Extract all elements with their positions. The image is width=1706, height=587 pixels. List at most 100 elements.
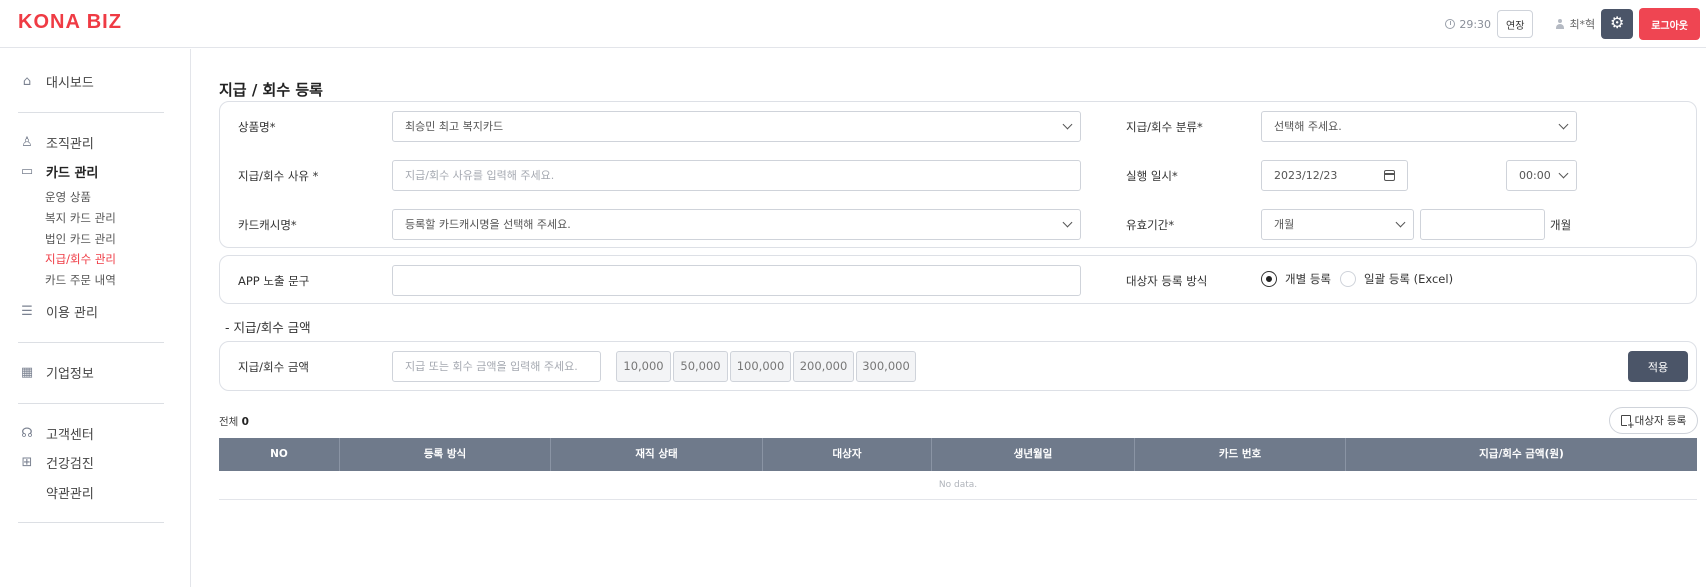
amount-section-label: - 지급/회수 금액 — [225, 320, 311, 335]
sidebar-item-health[interactable]: ⊞ 건강검진 — [18, 453, 94, 473]
validity-unit-text: 개월 — [1550, 218, 1572, 232]
header-right: 29:30 연장 최*혁 ⚙ 로그아웃 — [1445, 0, 1706, 48]
product-label: 상품명* — [238, 120, 276, 134]
validity-unit-select[interactable]: 개월 — [1261, 209, 1414, 240]
home-icon: ⌂ — [22, 73, 32, 89]
reason-input[interactable]: 지급/회수 사유를 입력해 주세요. — [392, 160, 1081, 191]
sidebar-item-support[interactable]: ☊ 고객센터 — [18, 424, 94, 444]
amount-input[interactable]: 지급 또는 회수 금액을 입력해 주세요. — [392, 351, 601, 382]
sidebar-item-dashboard[interactable]: ⌂ 대시보드 — [18, 72, 94, 92]
sidebar-item-label: 이용 관리 — [46, 306, 98, 321]
column-header-no[interactable]: NO — [219, 438, 340, 471]
card-icon: ▭ — [20, 163, 34, 179]
blank-icon — [18, 484, 36, 502]
product-select-value: 최승민 최고 복지카드 — [405, 120, 504, 133]
top-header: KONA BIZ 29:30 연장 최*혁 ⚙ 로그아웃 — [0, 0, 1706, 48]
preset-200000-button[interactable]: 200,000 — [793, 351, 854, 382]
register-target-label: 대상자 등록 — [1634, 415, 1687, 427]
exec-time-value: 00:00 — [1519, 169, 1551, 182]
column-header-card-number[interactable]: 카드 번호 — [1135, 438, 1346, 471]
chevron-down-icon — [1062, 217, 1073, 228]
column-header-reg-method[interactable]: 등록 방식 — [340, 438, 551, 471]
sidebar-sub-corporate-card[interactable]: 법인 카드 관리 — [45, 231, 116, 247]
preset-50000-button[interactable]: 50,000 — [673, 351, 728, 382]
sidebar-item-label: 고객센터 — [46, 428, 94, 443]
sidebar-item-org[interactable]: ♙ 조직관리 — [18, 133, 94, 153]
extend-session-button[interactable]: 연장 — [1497, 10, 1534, 38]
sidebar-sub-products[interactable]: 운영 상품 — [45, 189, 91, 205]
add-document-icon — [1620, 415, 1635, 431]
chevron-down-icon — [1062, 119, 1073, 130]
app-text-input[interactable] — [392, 265, 1081, 296]
sidebar-item-company[interactable]: ▦ 기업정보 — [18, 363, 94, 383]
radio-bulk-label: 일괄 등록 (Excel) — [1364, 272, 1454, 286]
target-table: NO 등록 방식 재직 상태 대상자 생년월일 카드 번호 지급/회수 금액(원… — [219, 438, 1697, 500]
validity-label: 유효기간* — [1126, 218, 1175, 232]
user-icon — [1555, 19, 1565, 29]
sidebar-sub-payment-recovery[interactable]: 지급/회수 관리 — [45, 251, 116, 267]
category-select-value: 선택해 주세요. — [1274, 120, 1342, 133]
apply-button[interactable]: 적용 — [1628, 351, 1688, 382]
sidebar-sub-welfare-card[interactable]: 복지 카드 관리 — [45, 210, 116, 226]
table-header: NO 등록 방식 재직 상태 대상자 생년월일 카드 번호 지급/회수 금액(원… — [219, 438, 1697, 471]
sidebar-item-label: 약관관리 — [46, 487, 94, 502]
user-info: 최*혁 — [1555, 16, 1595, 32]
sidebar-divider — [18, 403, 164, 404]
total-count-value: 0 — [241, 416, 249, 428]
timer-value: 29:30 — [1459, 17, 1492, 31]
registration-form-card: 상품명* 최승민 최고 복지카드 지급/회수 분류* 선택해 주세요. 지급/회… — [219, 101, 1697, 248]
gear-icon: ⚙ — [1610, 15, 1625, 32]
total-label: 전체 — [219, 416, 239, 428]
sidebar-item-label: 대시보드 — [46, 76, 94, 91]
sidebar-item-label: 조직관리 — [46, 137, 94, 152]
cash-name-label: 카드캐시명* — [238, 218, 297, 232]
kona-biz-logo[interactable]: KONA BIZ — [18, 11, 122, 34]
list-icon: ☰ — [21, 303, 33, 319]
reason-label: 지급/회수 사유 * — [238, 169, 319, 183]
sidebar-item-label: 건강검진 — [46, 457, 94, 472]
radio-checked-icon — [1261, 271, 1277, 287]
headset-icon: ☊ — [21, 425, 33, 441]
sidebar-item-terms[interactable]: 약관관리 — [18, 483, 94, 502]
cash-name-select-value: 등록할 카드캐시명을 선택해 주세요. — [405, 218, 571, 231]
column-header-amount[interactable]: 지급/회수 금액(원) — [1346, 438, 1697, 471]
radio-individual-label: 개별 등록 — [1285, 272, 1331, 286]
category-select[interactable]: 선택해 주세요. — [1261, 111, 1577, 142]
total-count: 전체 0 — [219, 414, 249, 429]
chevron-down-icon — [1558, 168, 1569, 179]
validity-amount-input[interactable] — [1420, 209, 1545, 240]
radio-bulk-excel[interactable]: 일괄 등록 (Excel) — [1340, 271, 1453, 287]
preset-300000-button[interactable]: 300,000 — [856, 351, 916, 382]
exec-date-value: 2023/12/23 — [1274, 169, 1338, 182]
category-label: 지급/회수 분류* — [1126, 120, 1203, 134]
preset-10000-button[interactable]: 10,000 — [616, 351, 671, 382]
sidebar-divider — [18, 342, 164, 343]
user-name: 최*혁 — [1569, 18, 1596, 31]
column-header-employment-status[interactable]: 재직 상태 — [551, 438, 763, 471]
app-text-label: APP 노출 문구 — [238, 274, 310, 288]
calendar-icon[interactable] — [1384, 170, 1395, 181]
building-icon: ▦ — [20, 364, 34, 380]
settings-button[interactable]: ⚙ — [1601, 9, 1634, 39]
exec-date-input[interactable]: 2023/12/23 — [1261, 160, 1408, 191]
register-target-button[interactable]: 대상자 등록 — [1609, 407, 1698, 434]
radio-individual[interactable]: 개별 등록 — [1261, 271, 1331, 287]
clock-icon — [1445, 19, 1456, 29]
column-header-birthdate[interactable]: 생년월일 — [932, 438, 1135, 471]
logout-button[interactable]: 로그아웃 — [1639, 8, 1700, 40]
chevron-down-icon — [1558, 119, 1569, 130]
exec-time-select[interactable]: 00:00 — [1506, 160, 1577, 191]
page-title: 지급 / 회수 등록 — [219, 81, 323, 99]
product-select[interactable]: 최승민 최고 복지카드 — [392, 111, 1081, 142]
app-text-card: APP 노출 문구 대상자 등록 방식 개별 등록 일괄 등록 (Excel) — [219, 255, 1697, 304]
cash-name-select[interactable]: 등록할 카드캐시명을 선택해 주세요. — [392, 209, 1081, 240]
sidebar-item-label: 기업정보 — [46, 367, 94, 382]
chevron-down-icon — [1395, 217, 1406, 228]
sidebar-item-card[interactable]: ▭ 카드 관리 — [18, 162, 99, 182]
sidebar-divider — [18, 112, 164, 113]
medical-kit-icon: ⊞ — [21, 454, 33, 470]
preset-100000-button[interactable]: 100,000 — [730, 351, 791, 382]
sidebar-item-usage[interactable]: ☰ 이용 관리 — [18, 302, 98, 322]
sidebar-sub-card-orders[interactable]: 카드 주문 내역 — [45, 272, 116, 288]
column-header-target[interactable]: 대상자 — [763, 438, 932, 471]
